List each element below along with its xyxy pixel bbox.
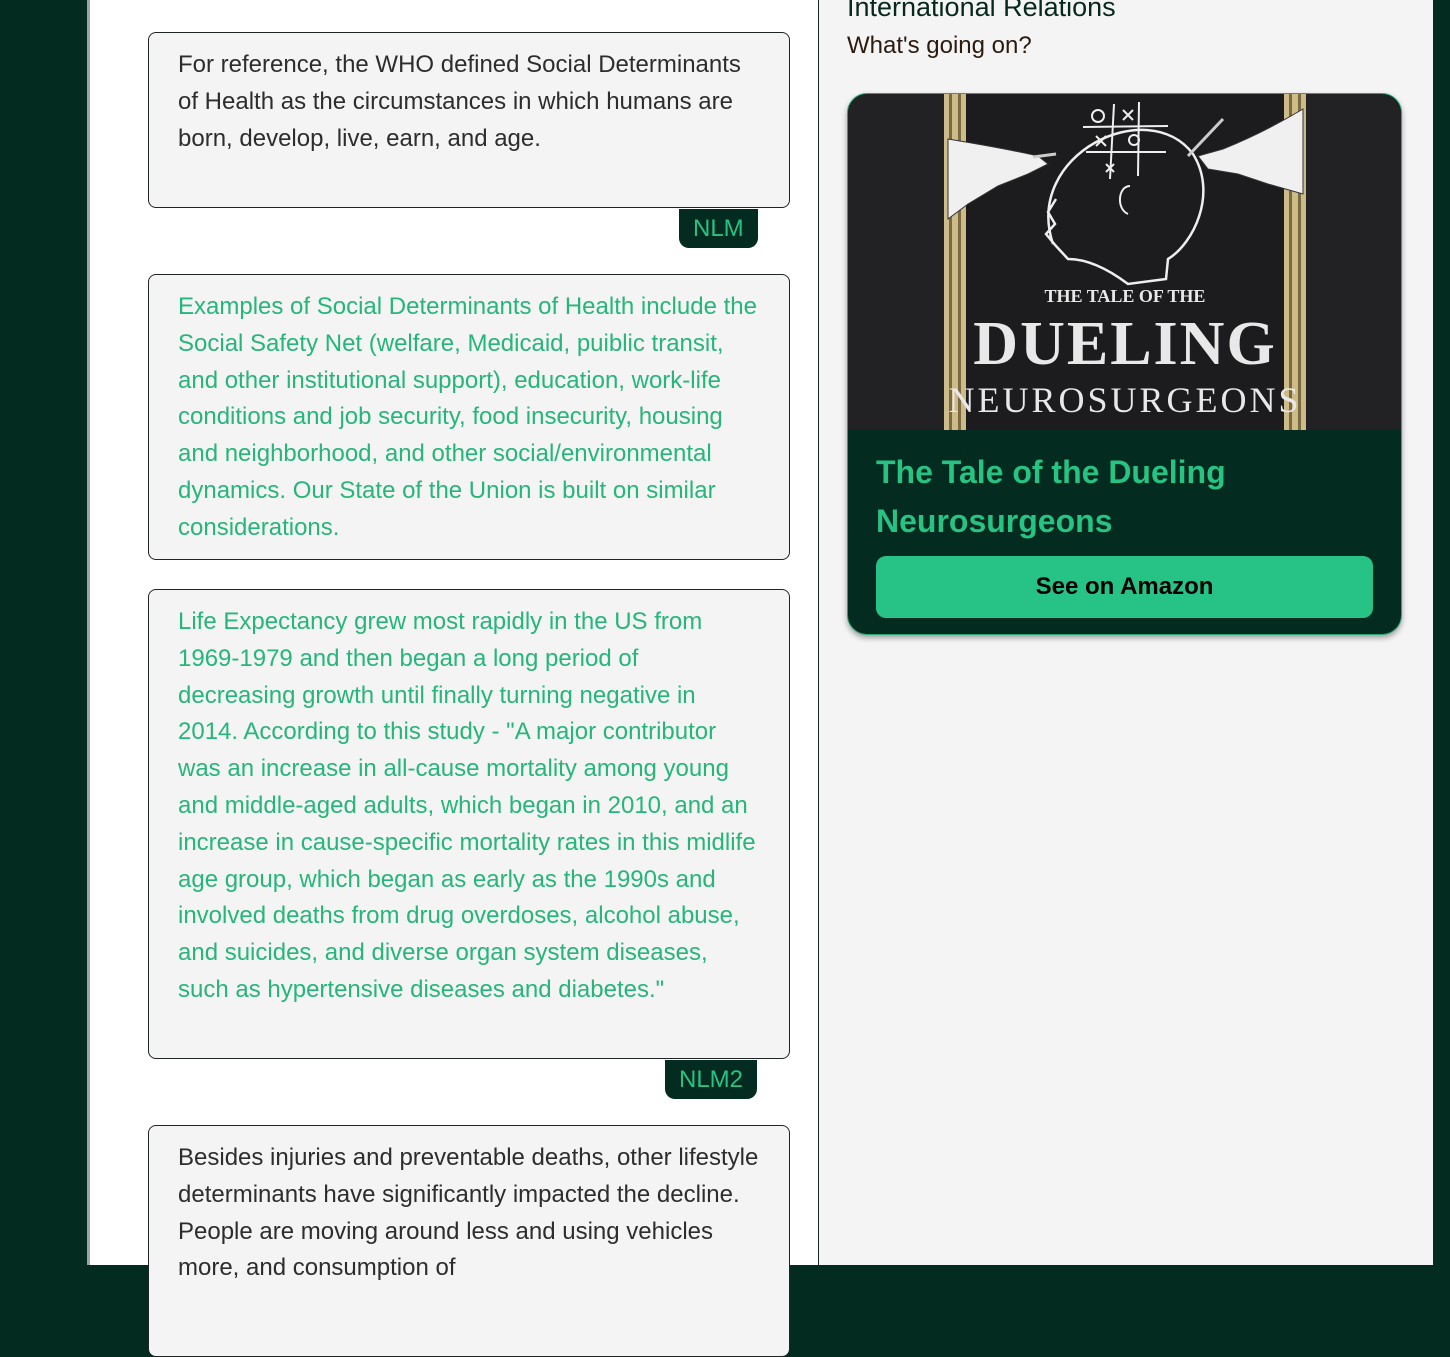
cover-illustration: THE TALE OF THE DUELING NEUROSURGEONS: [944, 94, 1306, 430]
content-card: Besides injuries and preventable deaths,…: [148, 1125, 790, 1357]
cover-sub-text: NEUROSURGEONS: [948, 380, 1301, 420]
book-cover-image[interactable]: THE TALE OF THE DUELING NEUROSURGEONS: [848, 94, 1401, 430]
content-card: Life Expectancy grew most rapidly in the…: [148, 589, 790, 1059]
card-text: Besides injuries and preventable deaths,…: [178, 1144, 759, 1282]
cover-small-text: THE TALE OF THE: [1045, 286, 1206, 306]
section-title: International Relations: [847, 0, 1116, 22]
card-text: For reference, the WHO defined Social De…: [178, 51, 741, 152]
see-on-amazon-button[interactable]: See on Amazon: [876, 556, 1373, 618]
citation-tag-nlm2[interactable]: NLM2: [665, 1060, 758, 1099]
book-title[interactable]: The Tale of the Dueling Neurosurgeons: [876, 448, 1386, 546]
sidebar: International Relations What's going on?: [818, 0, 1433, 1265]
section-subtitle: What's going on?: [847, 32, 1032, 59]
content-card: Examples of Social Determinants of Healt…: [148, 274, 790, 560]
content-card: For reference, the WHO defined Social De…: [148, 32, 790, 208]
book-card: THE TALE OF THE DUELING NEUROSURGEONS Th…: [847, 93, 1402, 635]
card-text: Examples of Social Determinants of Healt…: [178, 293, 757, 541]
cover-title-text: DUELING: [973, 310, 1276, 378]
card-text: Life Expectancy grew most rapidly in the…: [178, 608, 756, 1003]
page-content: For reference, the WHO defined Social De…: [87, 0, 1433, 1357]
citation-tag-nlm[interactable]: NLM: [679, 209, 758, 248]
